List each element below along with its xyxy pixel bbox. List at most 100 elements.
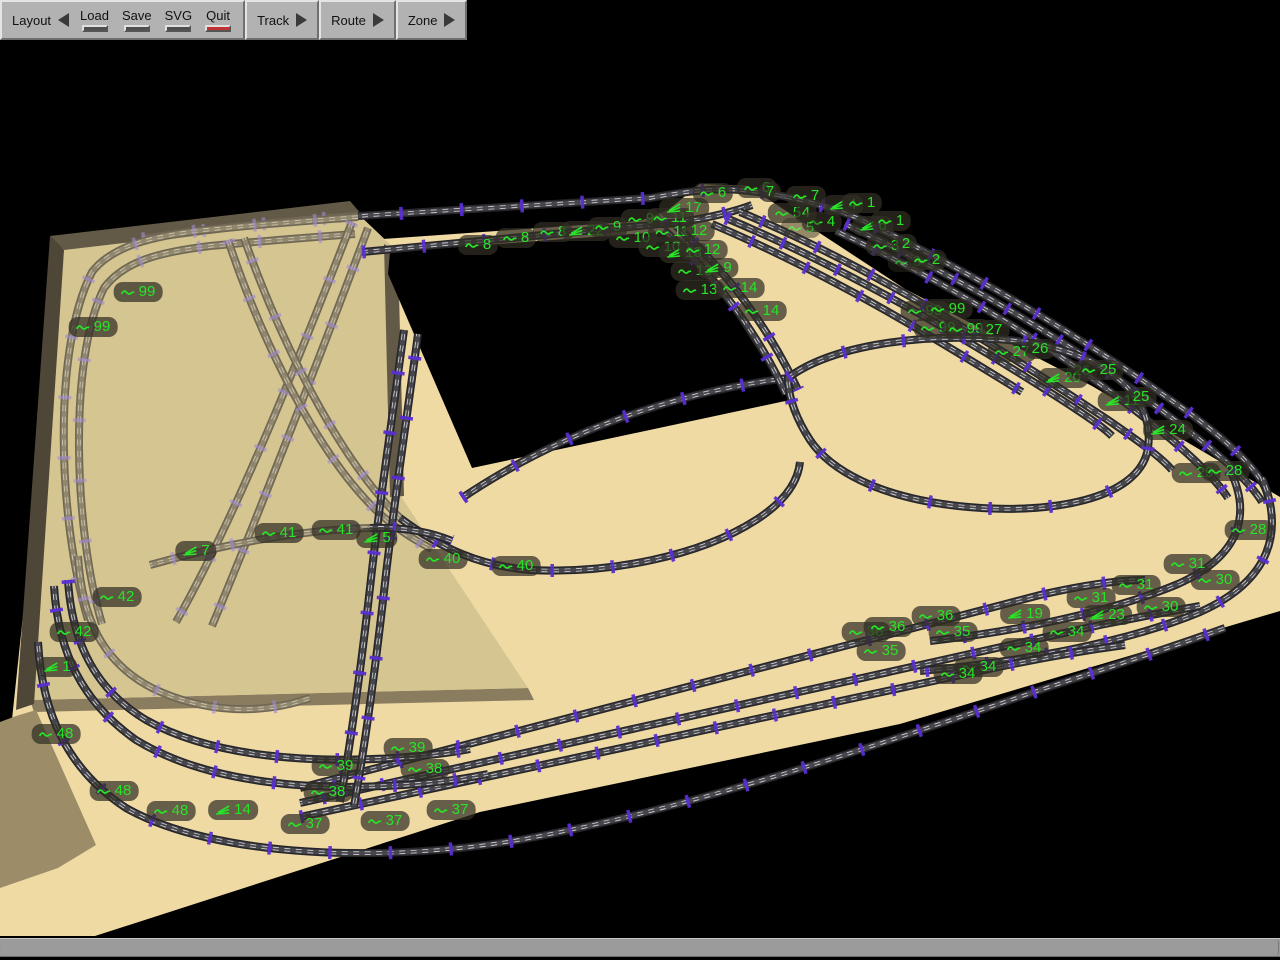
block-label[interactable]: 25 — [1075, 360, 1124, 380]
block-label[interactable]: 37 — [427, 800, 476, 820]
label-number: 5 — [806, 219, 814, 237]
switch-icon — [182, 546, 198, 557]
block-label[interactable]: 14 — [716, 278, 765, 298]
layout-menu-button[interactable]: Layout — [12, 13, 69, 28]
block-label[interactable]: 35 — [857, 641, 906, 661]
wave-icon — [941, 670, 956, 679]
label-number: 24 — [1169, 421, 1186, 439]
block-label[interactable]: 48 — [147, 801, 196, 821]
route-menu-button[interactable]: Route — [331, 13, 384, 28]
block-label[interactable]: 12 — [684, 221, 715, 241]
quit-button[interactable]: Quit — [203, 7, 233, 33]
block-label[interactable]: 37 — [281, 814, 330, 834]
block-label[interactable]: 42 — [93, 587, 142, 607]
block-label[interactable]: 34 — [934, 664, 983, 684]
block-label[interactable]: 35 — [929, 622, 978, 642]
block-label[interactable]: 1 — [871, 211, 911, 231]
switch-icon — [1089, 610, 1105, 621]
label-number: 12 — [691, 222, 708, 240]
chevron-left-icon — [58, 13, 69, 27]
block-label[interactable]: 40 — [492, 556, 541, 576]
label-number: 27 — [986, 321, 1003, 339]
toolbar-group-route: Route — [319, 0, 396, 40]
label-number: 37 — [386, 812, 403, 830]
block-label[interactable]: 25 — [1126, 387, 1157, 407]
wave-icon — [936, 628, 951, 637]
block-label[interactable]: 48 — [32, 724, 81, 744]
switch-label[interactable]: 1 — [36, 657, 77, 677]
block-label[interactable]: 28 — [1201, 461, 1250, 481]
block-label[interactable]: 34 — [1000, 638, 1049, 658]
label-number: 35 — [954, 623, 971, 641]
switch-label[interactable]: 9 — [697, 258, 738, 278]
toolbar: Layout Load Save SVG Quit Track — [0, 0, 467, 40]
block-label[interactable]: 12 — [679, 240, 728, 260]
block-label[interactable]: 41 — [312, 520, 361, 540]
switch-label[interactable]: 19 — [1000, 604, 1050, 624]
label-number: 99 — [94, 318, 111, 336]
block-label[interactable]: 99 — [114, 282, 163, 302]
block-label[interactable]: 30 — [1191, 570, 1240, 590]
layout-canvas[interactable]: 8882299111010111217667741544561323213121… — [0, 0, 1280, 960]
block-label[interactable]: 38 — [401, 759, 450, 779]
wave-icon — [39, 730, 54, 739]
block-label[interactable]: 2 — [907, 250, 947, 270]
block-label[interactable]: 26 — [1025, 339, 1056, 359]
label-number: 48 — [57, 725, 74, 743]
switch-label[interactable]: 5 — [356, 528, 397, 548]
zone-menu-button[interactable]: Zone — [408, 13, 456, 28]
chevron-right-icon — [296, 13, 307, 27]
block-label[interactable]: 41 — [255, 523, 304, 543]
switch-label[interactable]: 24 — [1143, 420, 1193, 440]
block-label[interactable]: 7 — [759, 182, 781, 202]
horizontal-scrollbar[interactable] — [0, 938, 1280, 957]
block-label[interactable]: 8 — [496, 228, 536, 248]
svg-button-bar-icon — [165, 25, 191, 32]
wave-icon — [76, 323, 91, 332]
block-label[interactable]: 27 — [979, 320, 1010, 340]
block-label[interactable]: 1 — [842, 193, 882, 213]
block-label[interactable]: 6 — [693, 183, 733, 203]
block-label[interactable]: 37 — [361, 811, 410, 831]
toolbar-group-zone: Zone — [396, 0, 468, 40]
svg-button[interactable]: SVG — [163, 7, 194, 33]
switch-icon — [1007, 609, 1023, 620]
wave-icon — [391, 744, 406, 753]
block-label[interactable]: 38 — [304, 782, 353, 802]
label-number: 35 — [882, 642, 899, 660]
wave-icon — [1208, 467, 1223, 476]
block-label[interactable]: 5 — [781, 218, 821, 238]
block-label[interactable]: 31 — [1112, 575, 1161, 595]
label-number: 42 — [118, 588, 135, 606]
label-number: 4 — [827, 213, 835, 231]
switch-label[interactable]: 7 — [175, 541, 216, 561]
block-label[interactable]: 36 — [864, 617, 913, 637]
load-button[interactable]: Load — [78, 7, 111, 33]
block-label[interactable]: 40 — [419, 549, 468, 569]
wave-icon — [121, 288, 136, 297]
block-label[interactable]: 99 — [69, 317, 118, 337]
wave-icon — [1082, 366, 1097, 375]
block-label[interactable]: 34 — [1043, 622, 1092, 642]
block-label[interactable]: 8 — [458, 235, 498, 255]
block-label[interactable]: 28 — [1225, 520, 1274, 540]
block-label[interactable]: 14 — [738, 301, 787, 321]
route-menu-label: Route — [331, 13, 366, 28]
block-label[interactable]: 42 — [50, 622, 99, 642]
wave-icon — [745, 307, 760, 316]
block-label[interactable]: 39 — [312, 756, 361, 776]
block-label[interactable]: 48 — [90, 781, 139, 801]
track-menu-button[interactable]: Track — [257, 13, 307, 28]
switch-label[interactable]: 14 — [208, 800, 258, 820]
chevron-right-icon — [444, 13, 455, 27]
save-button[interactable]: Save — [120, 7, 154, 33]
block-label[interactable]: 99 — [924, 299, 973, 319]
wave-icon — [465, 241, 480, 250]
block-label[interactable]: 30 — [1137, 597, 1186, 617]
block-label[interactable]: 39 — [384, 738, 433, 758]
wave-icon — [849, 628, 864, 637]
wave-icon — [1074, 594, 1089, 603]
scrollbar-thumb[interactable] — [1, 940, 1279, 955]
label-number: 40 — [444, 550, 461, 568]
switch-label[interactable]: 23 — [1082, 605, 1132, 625]
